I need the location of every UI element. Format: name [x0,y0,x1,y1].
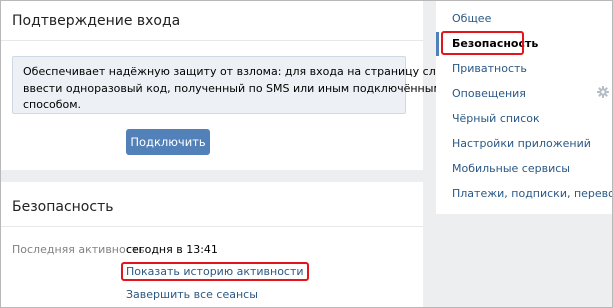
screenshot-border [0,0,613,308]
